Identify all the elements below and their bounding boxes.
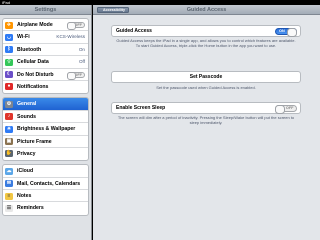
settings-master-pane: Settings ✈ Airplane Mode OFF ◡ Wi-Fi KCS-Wire… — [0, 5, 92, 240]
screen-sleep-note: The screen will dim after a period of in… — [117, 115, 295, 125]
screen-sleep-row: Enable Screen Sleep OFF — [112, 103, 300, 113]
mail-icon: ✉ — [5, 180, 13, 188]
set-passcode-button[interactable]: Set Passcode — [112, 72, 300, 82]
notes-icon: ≡ — [5, 192, 13, 200]
guided-access-row: Guided Access ON — [112, 26, 300, 36]
guided-access-card: Guided Access ON — [111, 25, 301, 37]
screen-sleep-label: Enable Screen Sleep — [116, 105, 166, 111]
sidebar-item-toggle[interactable]: OFF — [67, 71, 85, 80]
sidebar-item[interactable]: ⚙ General — [3, 98, 88, 111]
settings-title: Settings — [0, 5, 91, 15]
sidebar-item-label: iCloud — [17, 168, 34, 175]
sidebar-item-label: Bluetooth — [17, 46, 42, 53]
wifi-icon: ◡ — [5, 33, 13, 41]
settings-group-system: ⚙ General ♪ Sounds ☀ Brightness & Wallpaper ▣ P… — [2, 97, 89, 162]
sidebar-item[interactable]: ≡ Notes — [3, 190, 88, 203]
screen-sleep-toggle[interactable]: OFF — [275, 105, 297, 113]
reminders-icon: ☰ — [5, 204, 13, 212]
sidebar-item[interactable]: ◡ Wi-Fi KCS-Wireless — [3, 31, 88, 44]
sidebar-item-label: Reminders — [17, 205, 44, 212]
cloud-icon: ☁ — [5, 167, 13, 175]
sidebar-item[interactable]: ᛒ Bluetooth On — [3, 44, 88, 57]
sidebar-item[interactable]: ⌔ Cellular Data Off — [3, 56, 88, 69]
sidebar-item-label: Picture Frame — [17, 138, 52, 145]
back-button[interactable]: Accessibility — [97, 7, 129, 13]
guided-access-toggle[interactable]: ON — [275, 28, 297, 36]
guided-access-detail-pane: Guided Access Accessibility Guided Acces… — [93, 5, 320, 240]
screen-sleep-card: Enable Screen Sleep OFF — [111, 102, 301, 114]
sidebar-item[interactable]: ☰ Reminders — [3, 202, 88, 214]
moon-icon: ☾ — [5, 71, 13, 79]
guided-access-label: Guided Access — [116, 28, 152, 34]
sidebar-item[interactable]: ☁ iCloud — [3, 165, 88, 178]
sidebar-item-label: Notifications — [17, 83, 49, 90]
sidebar-item[interactable]: ✈ Airplane Mode OFF — [3, 19, 88, 32]
sidebar-item-label: Cellular Data — [17, 59, 49, 66]
brightness-icon: ☀ — [5, 125, 13, 133]
detail-nav-bar: Guided Access Accessibility — [93, 5, 320, 15]
airplane-icon: ✈ — [5, 21, 13, 29]
notifications-icon: ● — [5, 83, 13, 91]
bluetooth-icon: ᛒ — [5, 46, 13, 54]
sidebar-item[interactable]: ☀ Brightness & Wallpaper — [3, 123, 88, 136]
sidebar-item-label: Mail, Contacts, Calendars — [17, 180, 81, 187]
sidebar-item[interactable]: ✉ Mail, Contacts, Calendars — [3, 178, 88, 191]
sidebar-item[interactable]: ▣ Picture Frame — [3, 136, 88, 148]
gear-icon: ⚙ — [5, 100, 13, 108]
sidebar-item-label: Airplane Mode — [17, 22, 53, 28]
passcode-note: Set the passcode used when Guided Access… — [156, 85, 256, 90]
sidebar-item[interactable]: ♪ Sounds — [3, 111, 88, 124]
sidebar-item-toggle[interactable]: OFF — [67, 22, 85, 30]
sidebar-item-label: Privacy — [17, 150, 36, 157]
sidebar-item-value: Off — [78, 59, 85, 65]
sidebar-item-label: Notes — [17, 193, 32, 200]
sidebar-item-label: Brightness & Wallpaper — [17, 126, 76, 133]
cellular-icon: ⌔ — [5, 58, 13, 66]
hand-icon: ✋ — [5, 150, 13, 158]
picture-frame-icon: ▣ — [5, 138, 13, 146]
sidebar-item[interactable]: ● Notifications — [3, 81, 88, 93]
guided-access-note: Guided Access keeps the iPad in a single… — [116, 38, 296, 48]
sidebar-item-label: General — [17, 101, 37, 108]
sidebar-item-label: Do Not Disturb — [17, 71, 54, 78]
set-passcode-card: Set Passcode — [111, 71, 301, 83]
speaker-icon: ♪ — [5, 113, 13, 121]
sidebar-item[interactable]: ☾ Do Not Disturb OFF — [3, 69, 88, 81]
sidebar-item[interactable]: ✋ Privacy — [3, 148, 88, 160]
sidebar-item-value: KCS-Wireless — [56, 34, 85, 40]
sidebar-item-value: On — [78, 46, 85, 52]
sidebar-item-label: Wi-Fi — [17, 34, 30, 41]
sidebar-item-label: Sounds — [17, 113, 37, 120]
settings-group-connectivity: ✈ Airplane Mode OFF ◡ Wi-Fi KCS-Wireless ᛒ Blue… — [2, 18, 89, 95]
settings-group-apps: ☁ iCloud ✉ Mail, Contacts, Calendars ≡ Notes ☰… — [2, 164, 89, 216]
